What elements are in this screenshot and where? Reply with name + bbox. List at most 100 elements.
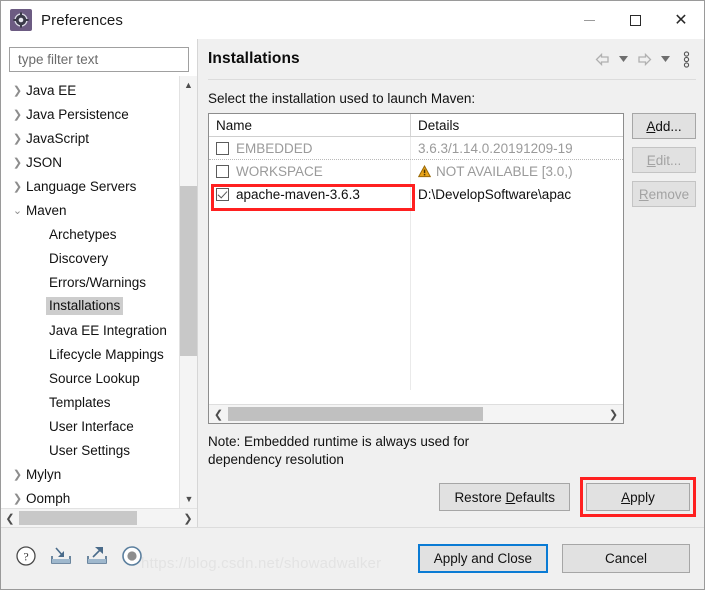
- footer-buttons: Apply and Close Cancel: [417, 544, 690, 573]
- sidebar-item-templates[interactable]: Templates: [3, 390, 179, 414]
- sidebar-item-label: Installations: [46, 297, 124, 315]
- close-icon[interactable]: ✕: [658, 1, 704, 39]
- table-row[interactable]: apache-maven-3.6.3 D:\DevelopSoftware\apa…: [209, 183, 623, 206]
- tree-horizontal-scrollbar[interactable]: ❮ ❯: [1, 508, 197, 527]
- sidebar-item-discovery[interactable]: Discovery: [3, 246, 179, 270]
- cancel-button[interactable]: Cancel: [562, 544, 690, 573]
- tree-vertical-scrollbar[interactable]: ▲ ▼: [179, 76, 197, 508]
- chevron-right-icon[interactable]: ❯: [9, 132, 26, 145]
- preference-page: Installations Select the installation us…: [198, 39, 704, 527]
- sidebar-item-archetypes[interactable]: Archetypes: [3, 222, 179, 246]
- scroll-up-icon[interactable]: ▲: [180, 76, 197, 94]
- sidebar-item-language-servers[interactable]: ❯ Language Servers: [3, 174, 179, 198]
- column-header-name[interactable]: Name: [209, 114, 411, 136]
- sidebar-item-oomph[interactable]: ❯ Oomph: [3, 486, 179, 508]
- apply-button[interactable]: Apply: [586, 483, 690, 511]
- chevron-right-icon[interactable]: ❯: [9, 468, 26, 481]
- button-label: Add...: [646, 118, 682, 134]
- scrollbar-thumb[interactable]: [180, 186, 197, 356]
- edit-button: Edit...: [632, 147, 696, 173]
- sidebar-item-mylyn[interactable]: ❯ Mylyn: [3, 462, 179, 486]
- chevron-down-icon[interactable]: [614, 48, 633, 70]
- page-header: Installations: [208, 39, 696, 79]
- sidebar-item-javascript[interactable]: ❯ JavaScript: [3, 126, 179, 150]
- table-empty-row: [209, 321, 623, 344]
- table-empty-row: [209, 229, 623, 252]
- preferences-window: Preferences ✕ ❯Java EE❯Java Persistence❯…: [0, 0, 705, 590]
- dialog-body: ❯Java EE❯Java Persistence❯JavaScript❯JSO…: [1, 39, 704, 527]
- back-arrow-icon[interactable]: [593, 48, 612, 70]
- page-nav-toolbar: [593, 48, 696, 70]
- table-horizontal-scrollbar[interactable]: ❮ ❯: [209, 404, 623, 424]
- chevron-right-icon[interactable]: ❯: [9, 84, 26, 97]
- sidebar-item-java-ee-integration[interactable]: Java EE Integration: [3, 318, 179, 342]
- table-row[interactable]: EMBEDDED 3.6.3/1.14.0.20191209-19: [209, 137, 623, 160]
- scrollbar-thumb[interactable]: [228, 407, 483, 422]
- sidebar-item-errors-warnings[interactable]: Errors/Warnings: [3, 270, 179, 294]
- row-checkbox[interactable]: [216, 141, 229, 155]
- cancel-label: Cancel: [604, 551, 648, 566]
- row-checkbox[interactable]: [216, 165, 229, 178]
- help-icon[interactable]: ?: [15, 545, 37, 572]
- column-header-details[interactable]: Details: [411, 114, 623, 136]
- table-row[interactable]: WORKSPACE NOT AVAILABLE [3.0,): [209, 160, 623, 183]
- sidebar-item-user-interface[interactable]: User Interface: [3, 414, 179, 438]
- sidebar-item-source-lookup[interactable]: Source Lookup: [3, 366, 179, 390]
- scroll-left-icon[interactable]: ❮: [209, 408, 228, 421]
- restore-defaults-button[interactable]: Restore Defaults: [439, 483, 570, 511]
- row-checkbox[interactable]: [216, 188, 229, 201]
- sidebar-item-label: Java Persistence: [26, 106, 129, 122]
- chevron-right-icon[interactable]: ❯: [9, 108, 26, 121]
- table-empty-row: [209, 344, 623, 367]
- table-empty-row: [209, 252, 623, 275]
- export-icon[interactable]: [85, 545, 109, 572]
- sidebar-item-lifecycle-mappings[interactable]: Lifecycle Mappings: [3, 342, 179, 366]
- installation-details: 3.6.3/1.14.0.20191209-19: [418, 140, 573, 156]
- button-label: Remove: [638, 186, 690, 202]
- scrollbar-thumb[interactable]: [19, 511, 137, 525]
- table-empty-row: [209, 298, 623, 321]
- filter-box[interactable]: [9, 47, 189, 72]
- minimize-icon[interactable]: [566, 1, 612, 39]
- maximize-icon[interactable]: [612, 1, 658, 39]
- chevron-right-icon[interactable]: ❯: [9, 180, 26, 193]
- cell-details: NOT AVAILABLE [3.0,): [411, 164, 623, 179]
- scroll-down-icon[interactable]: ▼: [180, 490, 197, 508]
- sidebar-item-label: Lifecycle Mappings: [49, 346, 164, 362]
- sidebar-item-maven[interactable]: ⌄ Maven: [3, 198, 179, 222]
- sidebar-item-label: Language Servers: [26, 178, 137, 194]
- window-controls: ✕: [566, 1, 704, 39]
- apply-and-close-button[interactable]: Apply and Close: [417, 544, 548, 573]
- sidebar-item-label: Errors/Warnings: [49, 274, 147, 290]
- view-menu-icon[interactable]: [677, 48, 696, 70]
- chevron-right-icon[interactable]: ❯: [9, 492, 26, 505]
- scroll-left-icon[interactable]: ❮: [1, 512, 19, 525]
- chevron-right-icon[interactable]: ❯: [9, 156, 26, 169]
- sidebar-item-json[interactable]: ❯ JSON: [3, 150, 179, 174]
- sidebar-item-label: User Settings: [49, 442, 131, 458]
- chevron-down-icon[interactable]: ⌄: [9, 204, 26, 217]
- remove-button: Remove: [632, 181, 696, 207]
- add-button[interactable]: Add...: [632, 113, 696, 139]
- sidebar-item-label: Mylyn: [26, 466, 62, 482]
- scroll-right-icon[interactable]: ❯: [179, 512, 197, 525]
- import-icon[interactable]: [49, 545, 73, 572]
- sidebar-item-java-ee[interactable]: ❯ Java EE: [3, 78, 179, 102]
- forward-arrow-icon[interactable]: [635, 48, 654, 70]
- page-description: Select the installation used to launch M…: [208, 91, 476, 106]
- scroll-right-icon[interactable]: ❯: [604, 408, 623, 421]
- installation-name: apache-maven-3.6.3: [236, 187, 360, 202]
- sidebar-item-installations[interactable]: Installations: [3, 294, 179, 318]
- svg-text:?: ?: [23, 550, 28, 564]
- chevron-down-icon[interactable]: [656, 48, 675, 70]
- page-note: Note: Embedded runtime is always used fo…: [208, 434, 470, 468]
- sidebar-item-java-persistence[interactable]: ❯ Java Persistence: [3, 102, 179, 126]
- table-empty-row: [209, 275, 623, 298]
- sidebar-item-user-settings[interactable]: User Settings: [3, 438, 179, 462]
- search-input[interactable]: [16, 51, 182, 68]
- cell-name: [209, 252, 411, 275]
- table-side-buttons: Add... Edit... Remove: [624, 113, 696, 424]
- table-empty-row: [209, 206, 623, 229]
- sidebar-item-label: Maven: [26, 202, 67, 218]
- oomph-recorder-icon[interactable]: [121, 545, 143, 572]
